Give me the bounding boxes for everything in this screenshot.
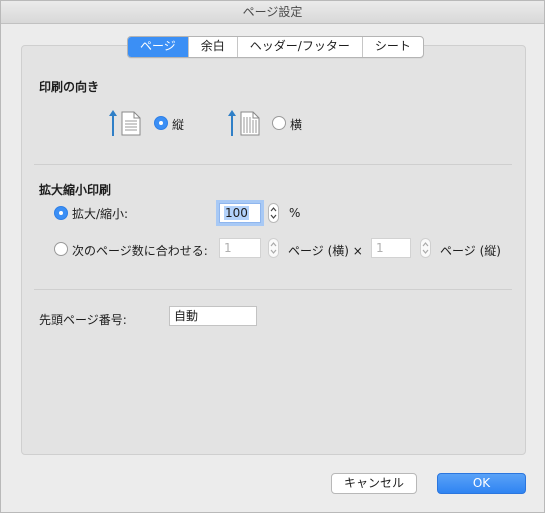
first-page-number-input[interactable]: 自動 [169, 306, 257, 326]
fit-tall-stepper[interactable] [420, 238, 431, 258]
window-title: ページ設定 [1, 1, 544, 24]
tab-bar: ページ 余白 ヘッダー/フッター シート [127, 36, 424, 58]
fit-wide-label: ページ (横) × [288, 244, 363, 258]
landscape-label: 横 [290, 118, 303, 132]
fit-to-pages-radio[interactable] [54, 242, 68, 256]
cancel-button[interactable]: キャンセル [331, 473, 417, 494]
percent-label: % [289, 206, 301, 220]
portrait-orientation-icon [109, 110, 141, 136]
scale-percent-input[interactable]: 100 [219, 203, 261, 223]
section-divider [34, 289, 512, 290]
orientation-heading: 印刷の向き [39, 80, 100, 94]
scale-stepper[interactable] [268, 203, 279, 223]
tab-margins[interactable]: 余白 [187, 37, 237, 57]
fit-option-label: 次のページ数に合わせる: [72, 244, 208, 258]
tab-page[interactable]: ページ [128, 37, 188, 57]
fit-wide-stepper[interactable] [268, 238, 279, 258]
first-page-number-label: 先頭ページ番号: [39, 313, 127, 327]
landscape-radio[interactable] [272, 116, 286, 130]
scale-radio[interactable] [54, 206, 68, 220]
fit-tall-label: ページ (縦) [440, 244, 501, 258]
fit-tall-input[interactable]: 1 [371, 238, 411, 258]
fit-wide-input[interactable]: 1 [219, 238, 261, 258]
landscape-orientation-icon [228, 110, 260, 136]
tab-sheet[interactable]: シート [361, 37, 423, 57]
tab-header-footer[interactable]: ヘッダー/フッター [236, 37, 362, 57]
section-divider [34, 164, 512, 165]
portrait-radio[interactable] [154, 116, 168, 130]
ok-button[interactable]: OK [437, 473, 526, 494]
scaling-heading: 拡大縮小印刷 [39, 183, 112, 197]
portrait-label: 縦 [172, 118, 185, 132]
scale-option-label: 拡大/縮小: [72, 207, 129, 221]
page-setup-dialog: ページ設定 ページ 余白 ヘッダー/フッター シート 印刷の向き 縦 横 拡大縮… [0, 0, 545, 513]
